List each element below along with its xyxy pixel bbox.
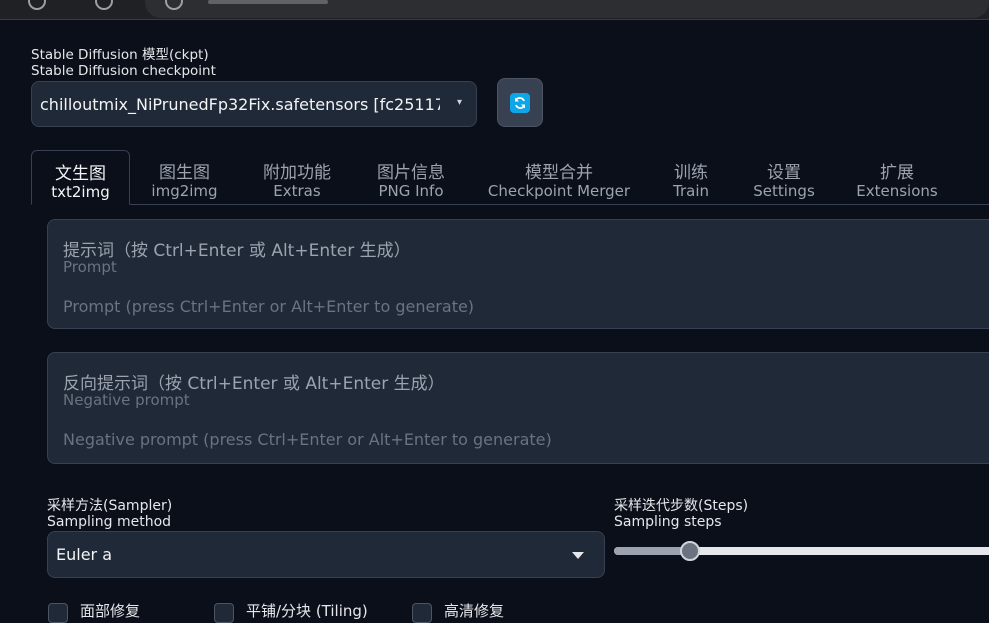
reload-icon[interactable] [95, 0, 113, 10]
checkpoint-label-en: Stable Diffusion checkpoint [31, 63, 216, 79]
sampler-label-zh: 采样方法(Sampler) [47, 498, 173, 514]
checkpoint-label: Stable Diffusion 模型(ckpt) Stable Diffusi… [31, 47, 216, 79]
negative-prompt-title-en: Negative prompt [63, 391, 190, 409]
prompt-title-en: Prompt [63, 258, 117, 276]
tab-label-zh: 图片信息 [377, 163, 445, 183]
checkbox-label: 高清修复 [444, 602, 505, 620]
tab-extensions[interactable]: 扩展 Extensions [849, 150, 945, 205]
tab-img2img[interactable]: 图生图 img2img [137, 150, 232, 205]
checkpoint-label-zh: Stable Diffusion 模型(ckpt) [31, 47, 209, 63]
prompt-panel: 提示词（按 Ctrl+Enter 或 Alt+Enter 生成） Prompt [47, 219, 989, 329]
prompt-input[interactable] [63, 292, 963, 320]
negative-prompt-input[interactable] [63, 425, 963, 453]
tab-label-zh: 附加功能 [263, 163, 331, 183]
tab-label-zh: 文生图 [55, 164, 106, 184]
tab-label-zh: 模型合并 [525, 163, 593, 183]
tab-label-en: Checkpoint Merger [487, 182, 631, 200]
tab-label-en: txt2img [51, 183, 110, 201]
address-text [208, 0, 328, 4]
checkbox-label: 面部修复 [80, 602, 141, 620]
checkpoint-selected-value: chilloutmix_NiPrunedFp32Fix.safetensors … [40, 94, 440, 114]
tab-label-en: Settings [753, 182, 815, 200]
tab-label-en: Extras [273, 182, 321, 200]
tab-label-en: PNG Info [378, 182, 444, 200]
tab-label-zh: 训练 [674, 163, 708, 183]
slider-fill [614, 547, 690, 555]
dropdown-caret-icon [572, 552, 584, 559]
tab-label-zh: 扩展 [880, 163, 914, 183]
refresh-icon [510, 92, 530, 113]
main-tabs: 文生图 txt2img 图生图 img2img 附加功能 Extras 图片信息… [31, 150, 989, 205]
back-icon[interactable] [28, 0, 46, 10]
tab-label-zh: 设置 [767, 163, 801, 183]
steps-label: 采样迭代步数(Steps) Sampling steps [614, 498, 748, 530]
tab-label-en: Extensions [856, 182, 938, 200]
restore-faces-checkbox[interactable]: 面部修复 [48, 603, 140, 623]
checkbox-label: 平铺/分块 (Tiling) [246, 602, 368, 620]
tab-settings[interactable]: 设置 Settings [745, 150, 823, 205]
tab-label-zh: 图生图 [159, 163, 210, 183]
tab-extras[interactable]: 附加功能 Extras [247, 150, 347, 205]
sampler-label-en: Sampling method [47, 514, 172, 530]
checkbox-box[interactable] [48, 603, 68, 623]
refresh-checkpoint-button[interactable] [497, 78, 543, 127]
checkbox-box[interactable] [214, 603, 234, 623]
hires-fix-checkbox[interactable]: 高清修复 [412, 603, 504, 623]
steps-label-en: Sampling steps [614, 514, 722, 530]
negative-prompt-panel: 反向提示词（按 Ctrl+Enter 或 Alt+Enter 生成） Negat… [47, 352, 989, 464]
browser-toolbar [0, 0, 989, 20]
tab-label-en: img2img [151, 182, 218, 200]
tiling-checkbox[interactable]: 平铺/分块 (Tiling) [214, 603, 368, 623]
tab-train[interactable]: 训练 Train [660, 150, 722, 205]
tab-png-info[interactable]: 图片信息 PNG Info [361, 150, 461, 205]
sampler-label: 采样方法(Sampler) Sampling method [47, 498, 172, 530]
slider-handle[interactable] [680, 541, 700, 561]
sampling-steps-slider[interactable] [614, 541, 989, 561]
checkpoint-select[interactable]: chilloutmix_NiPrunedFp32Fix.safetensors … [31, 81, 477, 127]
tab-txt2img[interactable]: 文生图 txt2img [31, 150, 130, 205]
tab-checkpoint-merger[interactable]: 模型合并 Checkpoint Merger [481, 150, 637, 205]
checkbox-box[interactable] [412, 603, 432, 623]
chevron-down-icon: ▾ [456, 97, 462, 108]
tab-label-en: Train [673, 182, 709, 200]
sampling-method-select[interactable]: Euler a [47, 531, 605, 578]
steps-label-zh: 采样迭代步数(Steps) [614, 498, 749, 514]
sampling-method-value: Euler a [56, 545, 113, 564]
